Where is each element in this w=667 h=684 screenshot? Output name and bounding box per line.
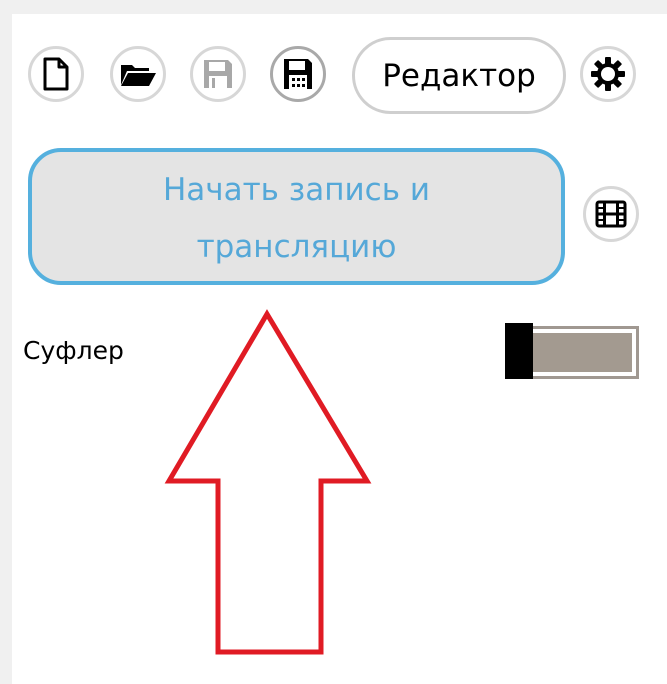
film-strip-icon: [595, 200, 627, 228]
save-as-disk-icon: [284, 59, 312, 89]
save-as-button[interactable]: [270, 46, 326, 102]
editor-button[interactable]: Редактор: [352, 37, 566, 114]
annotation-arrow-icon: [164, 309, 372, 655]
toggle-track: [519, 326, 639, 379]
editor-button-label: Редактор: [382, 57, 536, 94]
film-button[interactable]: [583, 186, 639, 242]
open-folder-button[interactable]: [110, 46, 166, 102]
start-record-stream-button[interactable]: Начать запись и трансляцию: [28, 148, 565, 285]
start-record-stream-label: Начать запись и трансляцию: [162, 171, 430, 265]
prompter-label: Суфлер: [23, 336, 124, 365]
open-folder-icon: [121, 65, 156, 86]
toggle-fill: [526, 333, 632, 372]
new-document-button[interactable]: [28, 46, 84, 102]
gear-icon: [591, 57, 625, 91]
prompter-toggle[interactable]: [505, 323, 639, 379]
save-button[interactable]: [190, 46, 246, 102]
settings-button[interactable]: [580, 46, 636, 102]
toggle-thumb[interactable]: [505, 323, 533, 379]
new-document-icon: [43, 57, 69, 91]
save-disk-icon: [204, 60, 232, 88]
